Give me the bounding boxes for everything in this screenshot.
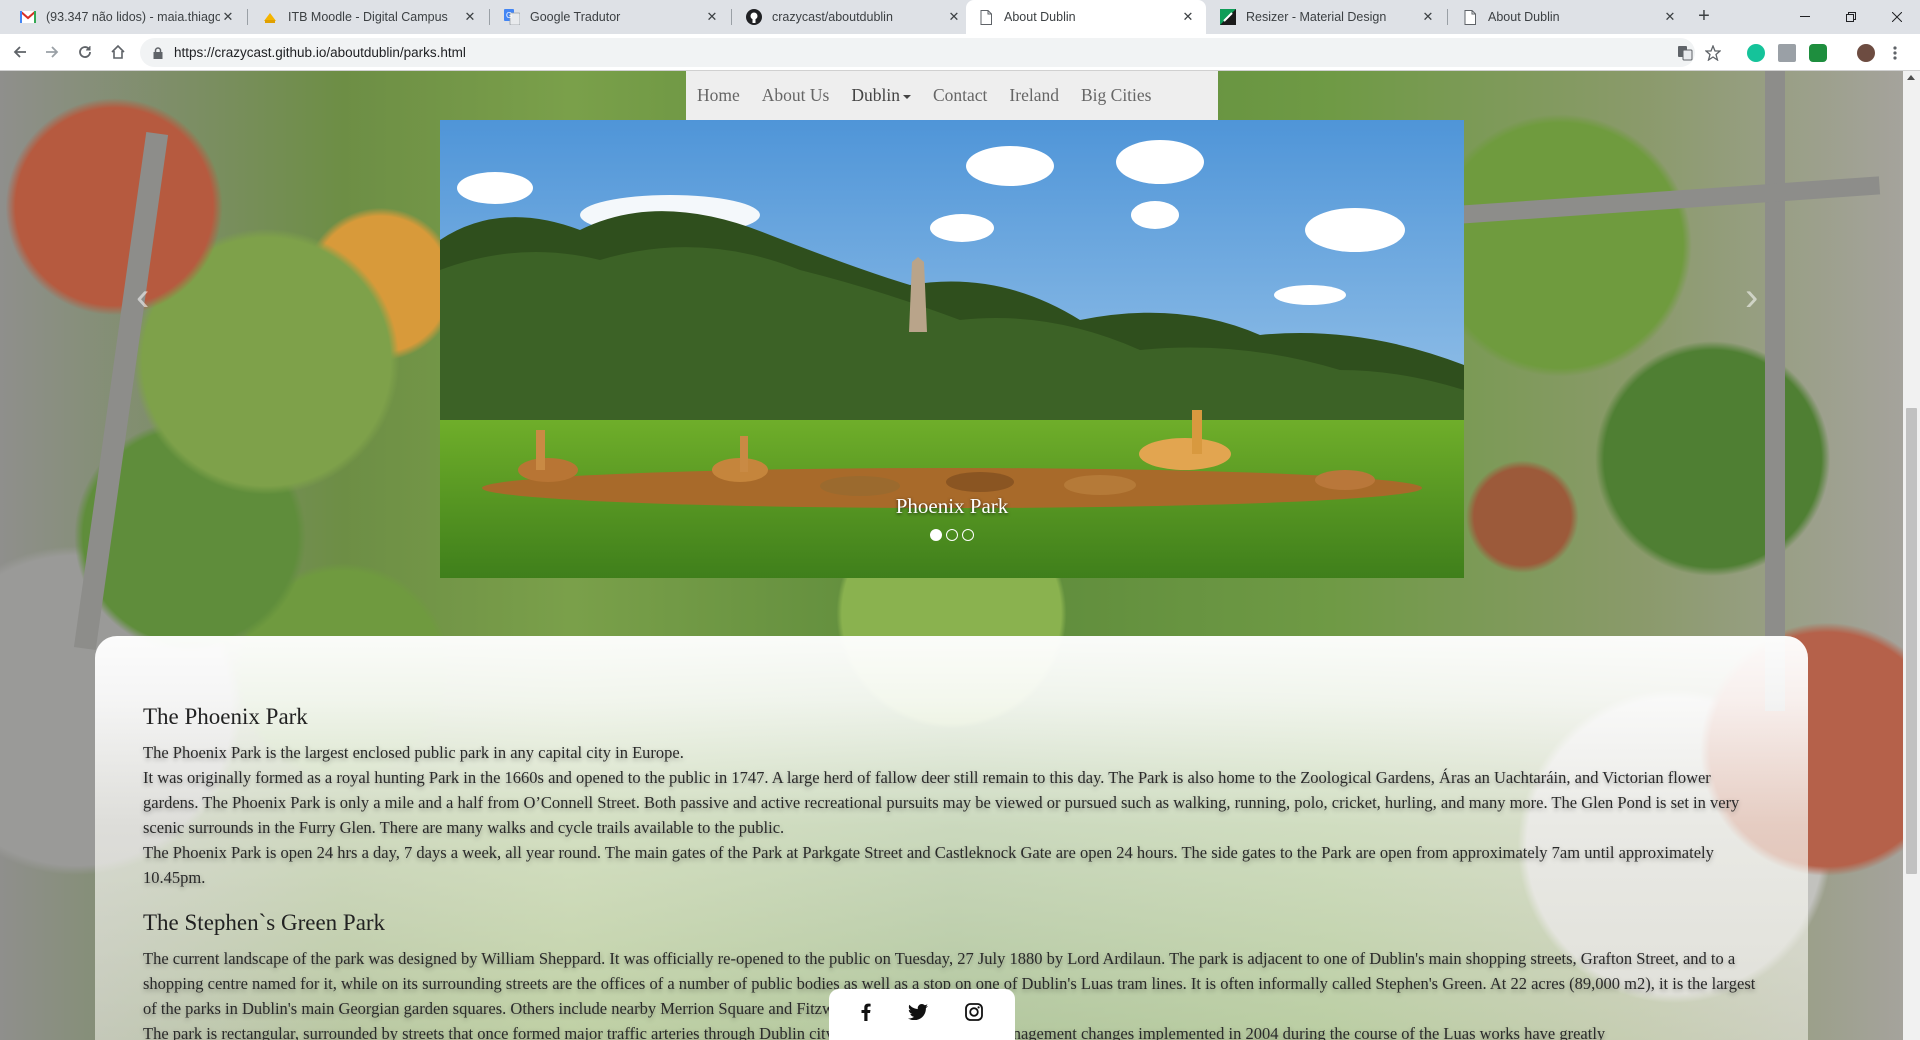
- nav-dublin-label: Dublin: [851, 85, 900, 105]
- carousel-dot[interactable]: [946, 529, 958, 541]
- paragraph: The Phoenix Park is open 24 hrs a day, 7…: [143, 843, 1714, 887]
- tab-divider: [1447, 9, 1448, 25]
- reload-button[interactable]: [73, 40, 97, 64]
- tab-title: ITB Moodle - Digital Campus: [288, 10, 448, 24]
- minimize-icon: [1800, 16, 1810, 17]
- restore-button[interactable]: [1828, 0, 1874, 34]
- tab-title: Resizer - Material Design: [1246, 10, 1387, 24]
- home-button[interactable]: [106, 40, 130, 64]
- social-bar: [829, 989, 1015, 1040]
- carousel-prev-icon[interactable]: ‹: [136, 277, 166, 321]
- translate-page-icon[interactable]: [1677, 45, 1693, 61]
- tab-title: crazycast/aboutdublin: [772, 10, 893, 24]
- nav-big-cities-link[interactable]: Big Cities: [1070, 85, 1163, 106]
- tab-title: Google Tradutor: [530, 10, 621, 24]
- scroll-up-icon[interactable]: [1907, 75, 1915, 80]
- scrollbar-thumb[interactable]: [1906, 408, 1917, 874]
- carousel-dot[interactable]: [962, 529, 974, 541]
- carousel-next-icon[interactable]: ›: [1745, 277, 1775, 321]
- section-title: The Stephen`s Green Park: [143, 910, 386, 935]
- background-road: [1459, 176, 1881, 224]
- close-icon: [1892, 12, 1902, 22]
- tab-gmail[interactable]: (93.347 não lidos) - maia.thiago@ ✕: [8, 0, 246, 34]
- background-road: [73, 131, 169, 651]
- tab-about-dublin-2[interactable]: About Dublin ✕: [1450, 0, 1688, 34]
- nav-dublin-dropdown[interactable]: Dublin: [840, 85, 922, 106]
- home-icon: [111, 44, 125, 59]
- shield-icon[interactable]: [1809, 44, 1827, 62]
- nav-ireland-link[interactable]: Ireland: [998, 85, 1070, 106]
- carousel-dot[interactable]: [930, 529, 942, 541]
- close-tab-icon[interactable]: ✕: [462, 9, 478, 25]
- carousel-indicators: [930, 529, 974, 541]
- back-button[interactable]: [8, 40, 32, 64]
- facebook-icon[interactable]: [861, 1003, 871, 1026]
- moodle-icon: [262, 9, 278, 25]
- close-window-button[interactable]: [1874, 0, 1920, 34]
- lock-icon: [153, 46, 163, 64]
- image-carousel: Phoenix Park: [440, 120, 1464, 578]
- tab-divider: [731, 9, 732, 25]
- svg-text:G: G: [506, 11, 512, 20]
- bookmark-star-icon[interactable]: [1704, 44, 1722, 62]
- reload-icon: [79, 46, 91, 58]
- url-text: https://crazycast.github.io/aboutdublin/…: [174, 45, 466, 60]
- page-icon: [978, 9, 994, 25]
- forward-button[interactable]: [40, 40, 64, 64]
- close-tab-icon[interactable]: ✕: [1662, 9, 1678, 25]
- avatar[interactable]: [1857, 44, 1875, 62]
- close-tab-icon[interactable]: ✕: [1180, 9, 1196, 25]
- extension-icon[interactable]: [1778, 44, 1796, 62]
- nav-contact-link[interactable]: Contact: [922, 85, 998, 106]
- page-icon: [1462, 9, 1478, 25]
- carousel-caption: Phoenix Park: [895, 494, 1009, 518]
- tab-title: About Dublin: [1004, 10, 1076, 24]
- gmail-icon: [20, 9, 36, 25]
- paragraph: The Phoenix Park is the largest enclosed…: [143, 743, 684, 762]
- minimize-button[interactable]: [1782, 0, 1828, 34]
- new-tab-button[interactable]: +: [1692, 5, 1716, 29]
- page-viewport: Home About Us Dublin Contact Ireland Big…: [0, 71, 1903, 1040]
- restore-icon: [1846, 12, 1856, 22]
- tab-title: (93.347 não lidos) - maia.thiago@: [46, 10, 220, 24]
- tab-about-dublin-active[interactable]: About Dublin ✕: [966, 0, 1206, 34]
- paragraph: It was originally formed as a royal hunt…: [143, 768, 1740, 837]
- page-scrollbar[interactable]: [1903, 71, 1920, 1040]
- close-tab-icon[interactable]: ✕: [946, 9, 962, 25]
- caret-down-icon: [902, 94, 911, 99]
- close-tab-icon[interactable]: ✕: [1420, 9, 1436, 25]
- resizer-icon: [1220, 9, 1236, 25]
- tab-title: About Dublin: [1488, 10, 1560, 24]
- tab-moodle[interactable]: ITB Moodle - Digital Campus ✕: [250, 0, 488, 34]
- browser-toolbar: https://crazycast.github.io/aboutdublin/…: [0, 34, 1920, 71]
- close-tab-icon[interactable]: ✕: [704, 9, 720, 25]
- arrow-right-icon: [46, 46, 59, 58]
- tab-divider: [247, 9, 248, 25]
- instagram-icon[interactable]: [964, 1003, 983, 1026]
- tab-divider: [489, 9, 490, 25]
- tab-google-translate[interactable]: G Google Tradutor ✕: [492, 0, 730, 34]
- arrow-left-icon: [13, 46, 26, 58]
- tab-strip: (93.347 não lidos) - maia.thiago@ ✕ ITB …: [0, 0, 1920, 34]
- address-bar[interactable]: https://crazycast.github.io/aboutdublin/…: [140, 38, 1695, 67]
- tab-github[interactable]: crazycast/aboutdublin ✕: [734, 0, 972, 34]
- nav-about-link[interactable]: About Us: [751, 85, 841, 106]
- site-navbar: Home About Us Dublin Contact Ireland Big…: [686, 71, 1218, 120]
- twitter-icon[interactable]: [907, 1004, 928, 1025]
- grammarly-icon[interactable]: [1747, 44, 1765, 62]
- tab-resizer[interactable]: Resizer - Material Design ✕: [1208, 0, 1446, 34]
- menu-dots-icon[interactable]: [1893, 45, 1899, 61]
- close-tab-icon[interactable]: ✕: [220, 9, 236, 25]
- section-body: The Phoenix Park is the largest enclosed…: [143, 740, 1768, 890]
- content-panel: The Phoenix Park The Phoenix Park is the…: [95, 636, 1808, 1040]
- github-icon: [746, 9, 762, 25]
- section-title: The Phoenix Park: [143, 704, 308, 729]
- nav-home-link[interactable]: Home: [686, 85, 751, 106]
- background-road: [1765, 71, 1785, 711]
- translate-icon: G: [504, 9, 520, 25]
